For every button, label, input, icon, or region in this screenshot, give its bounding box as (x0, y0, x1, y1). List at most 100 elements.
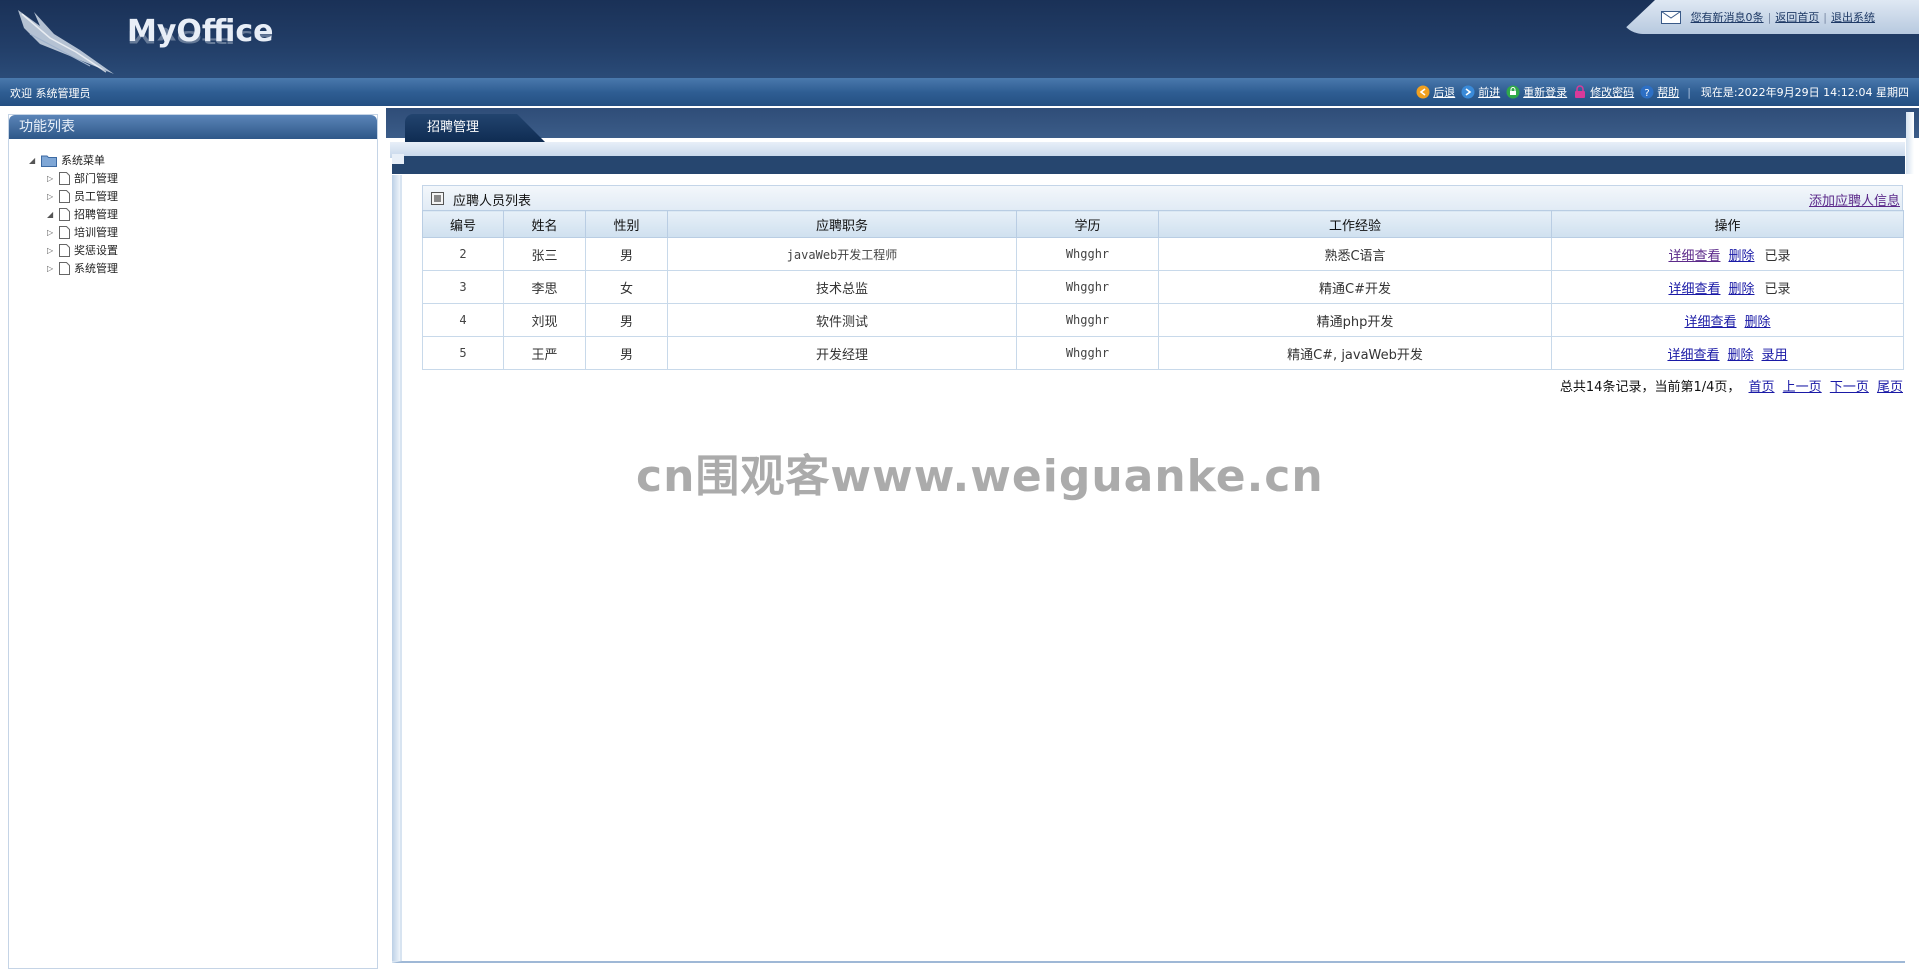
toolbar-actions: 后退 前进 重新登录 修改密码 ? 帮助 | 现在是:2022年9月29日 14… (1410, 84, 1909, 100)
current-time: 现在是:2022年9月29日 14:12:04 星期四 (1700, 86, 1909, 99)
sidebar-item-rewards[interactable]: ▷ 奖惩设置 (29, 241, 377, 259)
table-row: 2 张三 男 javaWeb开发工程师 Whgghr 熟悉C语言 详细查看 删除已… (422, 237, 1904, 271)
menu-tree: ◢ 系统菜单 ▷ 部门管理 ▷ 员工管理 ◢ 招聘管理 ▷ 培训管理 ▷ 奖惩设… (9, 139, 377, 277)
column-header: 编号 (422, 210, 504, 238)
document-icon (59, 207, 70, 221)
pager-summary: 总共14条记录，当前第1/4页， (1559, 380, 1741, 395)
cell-position: 技术总监 (667, 270, 1017, 304)
main-content: 应聘人员列表 添加应聘人信息 编号 姓名 性别 应聘职务 学历 工作经验 操作 (392, 175, 1905, 963)
list-icon (431, 192, 444, 205)
column-header: 工作经验 (1158, 210, 1552, 238)
detail-link[interactable]: 详细查看 (1668, 249, 1720, 264)
detail-link[interactable]: 详细查看 (1668, 282, 1720, 297)
help-label: 帮助 (1657, 86, 1680, 99)
next-page-link[interactable]: 下一页 (1830, 380, 1869, 395)
cell-actions: 详细查看 删除 已录 (1551, 237, 1904, 271)
column-header: 学历 (1016, 210, 1159, 238)
document-icon (59, 243, 70, 257)
column-header: 姓名 (503, 210, 586, 238)
status-text: 已录 (1764, 281, 1791, 297)
cell-gender: 男 (585, 303, 668, 337)
table-row: 4 刘现 男 软件测试 Whgghr 精通php开发 详细查看 删除 (422, 303, 1904, 337)
detail-link[interactable]: 详细查看 (1667, 348, 1719, 363)
tree-root-label: 系统菜单 (61, 154, 105, 167)
collapsed-arrow-icon[interactable]: ▷ (47, 192, 59, 201)
sidebar-item-recruitment[interactable]: ◢ 招聘管理 (29, 205, 377, 223)
pagination: 总共14条记录，当前第1/4页， 首页 上一页 下一页 尾页 (422, 370, 1903, 395)
column-header: 操作 (1551, 210, 1904, 238)
change-password-button[interactable]: 修改密码 (1573, 84, 1634, 100)
logout-link[interactable]: 退出系统 (1831, 9, 1875, 25)
delete-link[interactable]: 删除 (1728, 249, 1754, 264)
cell-position: javaWeb开发工程师 (667, 237, 1017, 271)
cell-name: 刘现 (503, 303, 586, 337)
delete-link[interactable]: 删除 (1727, 348, 1753, 363)
sidebar-item-label: 员工管理 (74, 190, 118, 203)
column-header: 性别 (585, 210, 668, 238)
detail-link[interactable]: 详细查看 (1684, 315, 1736, 330)
sidebar-item-label: 部门管理 (74, 172, 118, 185)
watermark-text: cn围观客www.weiguanke.cn (636, 451, 1324, 502)
forward-button[interactable]: 前进 (1461, 84, 1500, 100)
expanded-arrow-icon[interactable]: ◢ (47, 210, 59, 219)
change-password-label: 修改密码 (1590, 86, 1635, 99)
sidebar-item-employee[interactable]: ▷ 员工管理 (29, 187, 377, 205)
relogin-label: 重新登录 (1523, 86, 1568, 99)
messages-link[interactable]: 您有新消息0条 (1691, 9, 1764, 25)
cell-position: 开发经理 (667, 336, 1017, 370)
delete-link[interactable]: 删除 (1745, 315, 1771, 330)
expanded-arrow-icon[interactable]: ◢ (29, 156, 41, 165)
add-applicant-link[interactable]: 添加应聘人信息 (1809, 190, 1900, 209)
sidebar-item-training[interactable]: ▷ 培训管理 (29, 223, 377, 241)
sidebar-item-department[interactable]: ▷ 部门管理 (29, 169, 377, 187)
back-arrow-icon (1416, 85, 1430, 99)
separator: | (1767, 10, 1772, 24)
prev-page-link[interactable]: 上一页 (1783, 380, 1822, 395)
collapsed-arrow-icon[interactable]: ▷ (47, 228, 59, 237)
relogin-icon (1506, 85, 1520, 99)
collapsed-arrow-icon[interactable]: ▷ (47, 174, 59, 183)
relogin-button[interactable]: 重新登录 (1506, 84, 1567, 100)
cell-id: 5 (422, 336, 504, 370)
separator: | (1823, 10, 1827, 24)
hire-link[interactable]: 录用 (1762, 348, 1788, 363)
lock-icon (1575, 85, 1586, 98)
help-icon: ? (1640, 85, 1654, 99)
cell-name: 王严 (503, 336, 586, 370)
sidebar-item-system[interactable]: ▷ 系统管理 (29, 259, 377, 277)
tree-root[interactable]: ◢ 系统菜单 (29, 151, 377, 169)
folder-icon (41, 155, 57, 167)
svg-text:?: ? (1645, 88, 1650, 99)
cell-name: 张三 (503, 237, 586, 271)
last-page-link[interactable]: 尾页 (1877, 380, 1903, 395)
cell-gender: 男 (585, 336, 668, 370)
app-header: MyOffice MyOffice 您有新消息0条 | 返回首页 | 退出系统 (0, 0, 1919, 78)
separator: | (1687, 85, 1691, 99)
cell-id: 2 (422, 237, 504, 271)
delete-link[interactable]: 删除 (1728, 282, 1754, 297)
cell-education: Whgghr (1016, 336, 1159, 370)
cell-actions: 详细查看 删除 已录 (1551, 270, 1904, 304)
collapsed-arrow-icon[interactable]: ▷ (47, 246, 59, 255)
document-icon (59, 225, 70, 239)
cell-id: 4 (422, 303, 504, 337)
cell-education: Whgghr (1016, 237, 1159, 271)
cell-position: 软件测试 (667, 303, 1017, 337)
document-icon (59, 171, 70, 185)
table-row: 5 王严 男 开发经理 Whgghr 精通C#, javaWeb开发 详细查看删… (422, 336, 1904, 370)
home-link[interactable]: 返回首页 (1775, 9, 1819, 25)
first-page-link[interactable]: 首页 (1749, 380, 1775, 395)
back-button[interactable]: 后退 (1416, 84, 1455, 100)
sidebar-item-label: 奖惩设置 (74, 244, 118, 257)
collapsed-arrow-icon[interactable]: ▷ (47, 264, 59, 273)
cell-name: 李思 (503, 270, 586, 304)
list-header: 应聘人员列表 添加应聘人信息 (422, 185, 1903, 210)
document-icon (59, 189, 70, 203)
cell-experience: 精通C#, javaWeb开发 (1158, 336, 1552, 370)
forward-label: 前进 (1478, 86, 1501, 99)
cell-education: Whgghr (1016, 270, 1159, 304)
cell-education: Whgghr (1016, 303, 1159, 337)
help-button[interactable]: ? 帮助 (1640, 84, 1679, 100)
back-label: 后退 (1433, 86, 1456, 99)
cell-experience: 熟悉C语言 (1158, 237, 1552, 271)
